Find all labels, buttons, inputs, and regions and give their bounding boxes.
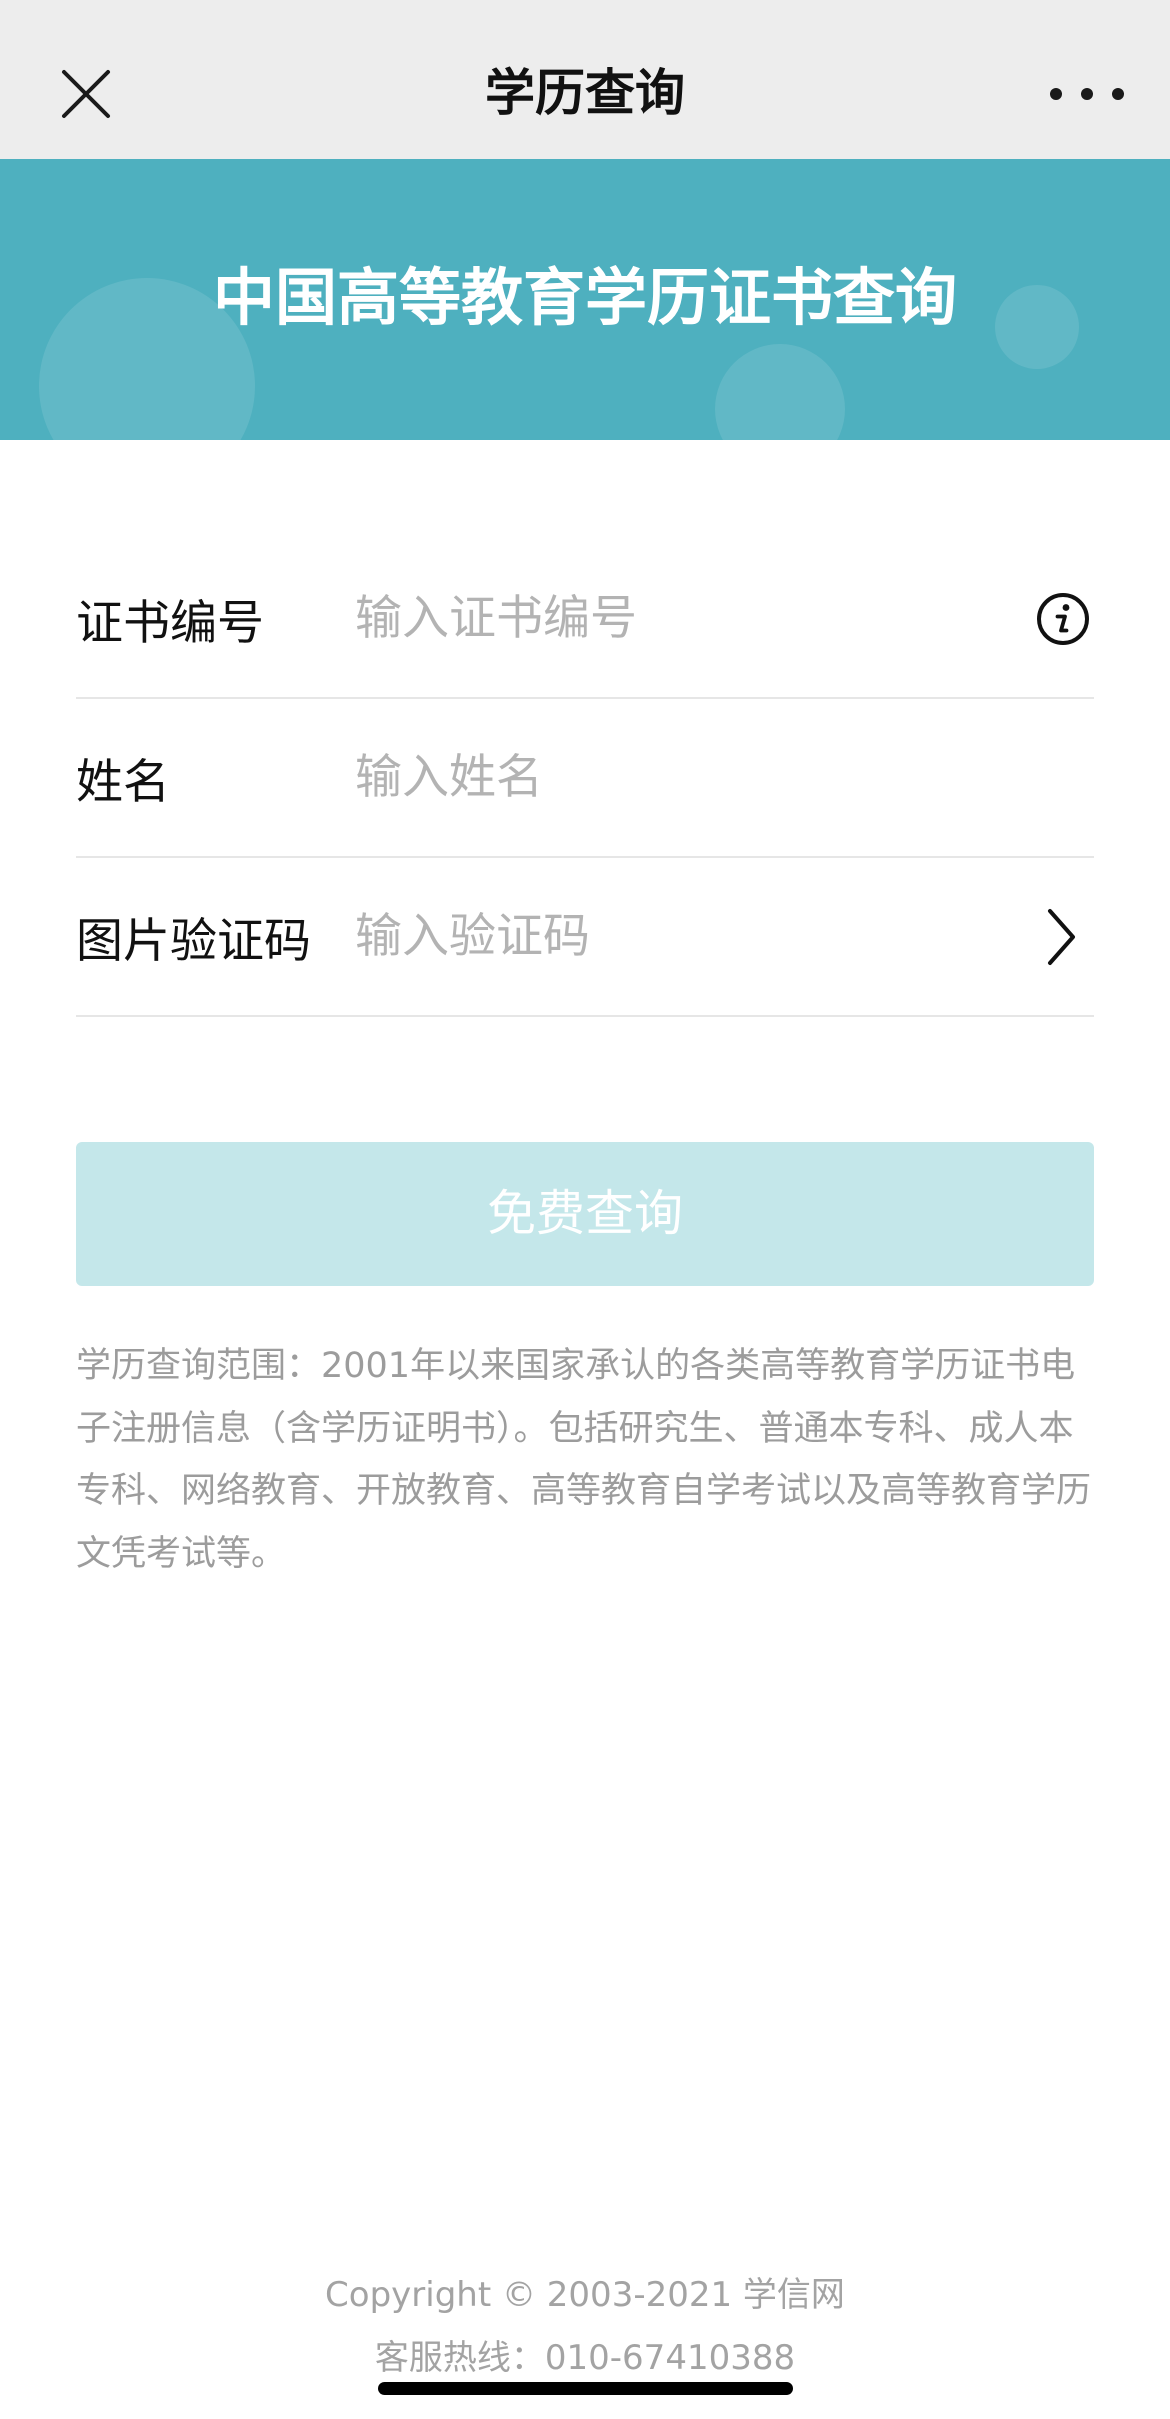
more-icon-dot: [1050, 88, 1062, 100]
captcha-input[interactable]: [355, 904, 1046, 969]
info-icon: [1037, 592, 1089, 645]
form-row-captcha: 图片验证码: [76, 858, 1094, 1017]
chevron-right-icon: [1048, 908, 1075, 965]
certificate-number-input[interactable]: [355, 586, 1036, 651]
more-button[interactable]: [1050, 76, 1124, 112]
home-indicator: [378, 2382, 793, 2395]
nav-bar: 学历查询: [0, 0, 1170, 159]
footer-hotline: 客服热线：010-67410388: [374, 2338, 796, 2378]
more-icon-dot: [1112, 88, 1124, 100]
more-icon-dot: [1081, 88, 1093, 100]
banner-title: 中国高等教育学历证书查询: [212, 261, 957, 334]
name-input[interactable]: [355, 745, 1094, 810]
footer-copyright: Copyright © 2003-2021 学信网: [325, 2275, 845, 2315]
certificate-number-label: 证书编号: [76, 596, 264, 651]
captcha-label: 图片验证码: [76, 914, 311, 969]
form-row-name: 姓名: [76, 699, 1094, 858]
page-title: 学历查询: [485, 64, 685, 122]
certificate-info-button[interactable]: [1036, 592, 1090, 646]
header-banner: 中国高等教育学历证书查询: [0, 159, 1170, 440]
query-form: 证书编号 姓名 图片验证码: [76, 540, 1094, 1017]
banner-decoration-circle: [715, 344, 845, 440]
form-row-certificate-number: 证书编号: [76, 540, 1094, 699]
captcha-load-button[interactable]: [1046, 907, 1076, 967]
free-query-button[interactable]: 免费查询: [76, 1142, 1094, 1286]
name-label: 姓名: [76, 755, 170, 810]
query-scope-description: 学历查询范围：2001年以来国家承认的各类高等教育学历证书电子注册信息（含学历证…: [76, 1346, 1092, 1574]
